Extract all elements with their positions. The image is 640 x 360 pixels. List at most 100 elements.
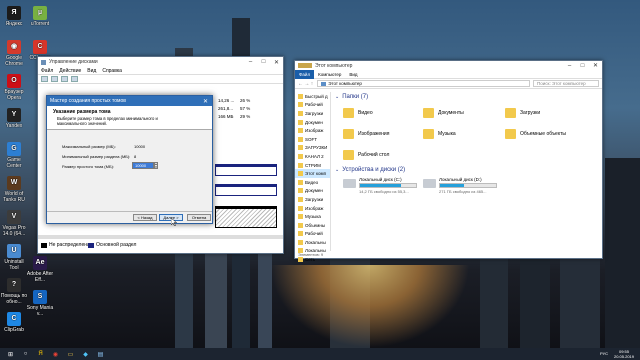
disk-mgmt-taskbar-icon[interactable]: ▤ xyxy=(95,350,106,358)
nav-item[interactable]: SOFT xyxy=(295,135,330,144)
nav-item[interactable]: КАНАЛ 2 xyxy=(295,152,330,161)
volume-row[interactable]: 14,26 ... 26 % xyxy=(218,97,250,103)
nav-item[interactable]: Объемны xyxy=(295,221,330,230)
nav-item[interactable]: Музыка xyxy=(295,212,330,221)
folder-item[interactable]: Изображения xyxy=(343,129,389,139)
chrome-taskbar-icon[interactable]: ◉ xyxy=(50,350,61,358)
desktop-shortcut[interactable]: W World of Tanks RU xyxy=(0,176,28,203)
folder-item[interactable]: Загрузки xyxy=(505,108,540,118)
folder-item[interactable]: Музыка xyxy=(423,129,456,139)
nav-item[interactable]: Быстрый д xyxy=(295,92,330,101)
nav-item[interactable]: Этот комп xyxy=(295,169,330,178)
drive-label: Локальный диск (D:) xyxy=(439,177,482,182)
min-size-value: 8 xyxy=(134,154,137,159)
forward-icon[interactable] xyxy=(51,76,58,82)
nav-item[interactable]: Загрузки xyxy=(295,109,330,118)
partition-block[interactable] xyxy=(215,184,277,196)
desktop-shortcut[interactable]: G Game Center xyxy=(0,142,28,169)
nav-item[interactable]: Локальны xyxy=(295,238,330,247)
desktop-shortcut[interactable]: µ uTorrent xyxy=(26,6,54,27)
nav-item[interactable]: Рабочий xyxy=(295,230,330,239)
drive-usage-bar xyxy=(439,183,497,188)
drive-item[interactable]: Локальный диск (C:) 14,2 ГБ свободно из 5… xyxy=(343,177,417,194)
nav-item[interactable]: Докумен xyxy=(295,187,330,196)
desktop-shortcut[interactable]: Y Yandex xyxy=(0,108,28,129)
folder-item[interactable]: Видео xyxy=(343,108,373,118)
volume-free-percent: 26 % xyxy=(240,97,251,103)
volume-row[interactable]: 261,8... 57 % xyxy=(218,105,250,111)
wizard-titlebar[interactable]: Мастер создания простых томов ✕ xyxy=(47,96,212,106)
nav-item[interactable]: Докумен xyxy=(295,118,330,127)
nav-item[interactable]: Видео xyxy=(295,178,330,187)
back-icon[interactable] xyxy=(41,76,48,82)
language-indicator[interactable]: РУС xyxy=(600,351,608,356)
desktop-shortcut[interactable]: Я Яндекс xyxy=(0,6,28,27)
unallocated-block[interactable] xyxy=(215,206,277,228)
address-bar[interactable]: Этот компьютер xyxy=(317,80,530,87)
volume-size-input[interactable]: 10000 xyxy=(132,162,154,169)
minimize-button[interactable]: – xyxy=(244,57,257,67)
drive-item[interactable]: Локальный диск (D:) 271 ГБ свободно из 46… xyxy=(423,177,497,194)
nav-item[interactable]: Загрузки xyxy=(295,195,330,204)
cancel-button[interactable]: Отмена xyxy=(187,214,211,221)
minimize-button[interactable]: – xyxy=(563,61,576,71)
close-button[interactable]: ✕ xyxy=(589,61,602,71)
tab-view[interactable]: Вид xyxy=(345,72,361,77)
menu-item-action[interactable]: Действие xyxy=(59,68,81,74)
explorer-taskbar-icon[interactable]: ▭ xyxy=(65,350,76,358)
partition-block[interactable] xyxy=(215,164,277,176)
folders-group-header[interactable]: ⌄ Папки (7) xyxy=(335,92,602,101)
volume-size-label: Размер простого тома (МБ): xyxy=(62,164,115,169)
wizard-close-button[interactable]: ✕ xyxy=(199,96,212,106)
drive-label: Локальный диск (C:) xyxy=(359,177,402,182)
chrome-icon: ◉ xyxy=(7,40,21,54)
disk-management-titlebar[interactable]: Управление дисками – □ ✕ xyxy=(38,57,283,67)
desktop-shortcut[interactable]: ◉ Google Chrome xyxy=(0,40,28,67)
horizontal-scrollbar[interactable] xyxy=(38,235,283,239)
folder-item[interactable]: Объемные объекты xyxy=(505,129,566,139)
close-button[interactable]: ✕ xyxy=(270,57,283,67)
clock-date[interactable]: 20.05.2019 xyxy=(614,354,634,359)
yandex-taskbar-icon[interactable]: Я xyxy=(35,350,46,358)
desktop-shortcut[interactable]: ? Помощь по обно... xyxy=(0,278,28,305)
menu-item-help[interactable]: Справка xyxy=(102,68,122,74)
start-icon[interactable]: ⊞ xyxy=(5,350,16,358)
nav-item-icon xyxy=(298,188,303,194)
desktop-shortcut[interactable]: O Браузер Opera xyxy=(0,74,28,101)
menu-item-file[interactable]: Файл xyxy=(41,68,53,74)
menu-item-view[interactable]: Вид xyxy=(87,68,96,74)
volume-row[interactable]: 166 МБ 29 % xyxy=(218,113,250,119)
search-icon[interactable]: ○ xyxy=(20,350,31,358)
drives-group-header[interactable]: ⌄ Устройства и диски (2) xyxy=(335,165,405,174)
tab-computer[interactable]: Компьютер xyxy=(314,72,345,77)
system-tray[interactable]: РУС 09:55 20.05.2019 xyxy=(600,349,634,359)
maximize-button[interactable]: □ xyxy=(576,61,589,71)
quick-access-toolbar-icon[interactable] xyxy=(298,63,312,68)
desktop-shortcut[interactable]: Ae Adobe After Eff... xyxy=(26,256,54,283)
help-icon[interactable] xyxy=(71,76,78,82)
nav-item[interactable]: Изображ xyxy=(295,126,330,135)
nav-item[interactable]: ЗАГРУЗКИ xyxy=(295,144,330,153)
explorer-titlebar[interactable]: Этот компьютер – □ ✕ xyxy=(295,61,602,70)
nav-item[interactable]: Рабочий xyxy=(295,101,330,110)
desktop-shortcut[interactable]: C ClipGrab xyxy=(0,312,28,333)
search-input[interactable]: Поиск: Этот компьютер xyxy=(533,80,599,87)
volume-size-spinner[interactable]: ▴ ▾ xyxy=(154,162,158,169)
desktop-shortcut[interactable]: U Uninstall Tool xyxy=(0,244,28,271)
desktop-shortcut[interactable]: V Vegas Pro 14.0 (64... xyxy=(0,210,28,237)
legend-label: Не распределена xyxy=(49,242,90,248)
store-taskbar-icon[interactable]: ◆ xyxy=(80,350,91,358)
tab-file[interactable]: Файл xyxy=(295,69,315,79)
folder-item[interactable]: Рабочий стол xyxy=(343,150,389,160)
back-button[interactable]: < Назад xyxy=(133,214,157,221)
nav-item[interactable]: СТРИМ xyxy=(295,161,330,170)
drive-free-space: 14,2 ГБ свободно из 55,3... xyxy=(359,189,409,194)
desktop-shortcut[interactable]: S Sony Mania v... xyxy=(26,290,54,317)
nav-item[interactable]: Изображ xyxy=(295,204,330,213)
folder-item[interactable]: Документы xyxy=(423,108,464,118)
nav-item-label: Этот комп xyxy=(305,171,327,177)
maximize-button[interactable]: □ xyxy=(257,57,270,67)
nav-item-label: Загрузки xyxy=(305,196,324,202)
nav-arrows-icon[interactable]: ← → ↑ xyxy=(298,81,313,87)
properties-icon[interactable] xyxy=(61,76,68,82)
